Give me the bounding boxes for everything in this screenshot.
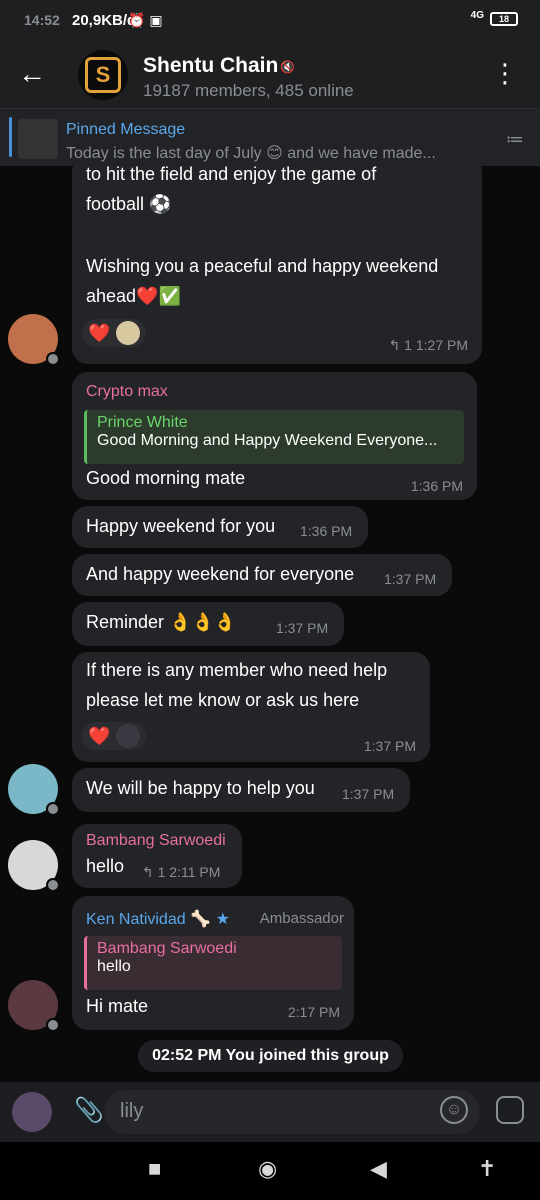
message-time: 1:37 PM	[384, 571, 437, 587]
reaction-chip[interactable]: ❤️	[82, 722, 147, 750]
reply-count[interactable]: ↰ 1 1:27 PM	[389, 337, 468, 354]
message-time: 1:36 PM	[300, 523, 353, 539]
message-bubble[interactable]: to hit the field and enjoy the game of f…	[72, 166, 482, 364]
star-icon: ★	[215, 911, 230, 928]
quoted-sender: Bambang Sarwoedi	[97, 940, 237, 957]
message-bubble[interactable]: And happy weekend for everyone 1:37 PM	[72, 554, 452, 596]
online-status-dot	[46, 802, 60, 816]
chat-header: ← S Shentu Chain 🔇 19187 members, 485 on…	[0, 42, 540, 108]
home-icon[interactable]: ◉	[258, 1156, 277, 1182]
message-text: ahead❤️✅	[86, 286, 181, 306]
message-text: football ⚽	[86, 194, 172, 214]
pinned-title: Pinned Message	[66, 121, 186, 138]
more-options-icon[interactable]: ⋮	[492, 60, 518, 86]
status-icons: ⏰ ▣	[128, 12, 163, 28]
message-bubble[interactable]: Reminder 👌👌👌 1:37 PM	[72, 602, 344, 646]
back-icon[interactable]: ◀	[370, 1156, 387, 1182]
heart-reaction-icon: ❤️	[88, 725, 111, 746]
quoted-text: Good Morning and Happy Weekend Everyone.…	[97, 432, 438, 449]
quoted-reply[interactable]: Bambang Sarwoedi hello	[84, 936, 342, 990]
system-nav-bar: ■ ◉ ◀ ✝	[0, 1142, 540, 1200]
pinned-list-icon[interactable]: ≔	[506, 129, 524, 150]
pinned-indicator	[9, 117, 12, 157]
message-input-text: lily	[120, 1100, 144, 1122]
online-status-dot	[46, 352, 60, 366]
message-list[interactable]: to hit the field and enjoy the game of f…	[0, 166, 540, 1082]
sender-name[interactable]: Ken Natividad	[86, 911, 186, 928]
message-text: hello	[86, 856, 125, 876]
pinned-thumbnail	[18, 119, 58, 159]
message-text: Reminder 👌👌👌	[86, 612, 237, 632]
quoted-text: hello	[97, 958, 131, 975]
avatar[interactable]	[8, 314, 60, 366]
message-text: Good morning mate	[86, 468, 246, 488]
network-speed: 20,9KB/d	[72, 12, 137, 29]
reaction-chip[interactable]: ❤️	[82, 319, 147, 347]
reactor-avatar	[116, 321, 141, 345]
status-bar: 14:52 20,9KB/d ⏰ ▣ 4G 18	[0, 0, 540, 42]
avatar[interactable]	[8, 980, 60, 1032]
message-bubble[interactable]: We will be happy to help you 1:37 PM	[72, 768, 410, 812]
bone-emoji: 🦴	[190, 911, 211, 928]
message-bubble[interactable]: Happy weekend for you 1:36 PM	[72, 506, 368, 548]
message-time: 1:37 PM	[342, 786, 395, 802]
message-text: please let me know or ask us here	[86, 690, 360, 710]
message-text: We will be happy to help you	[86, 778, 315, 798]
attach-icon[interactable]: 📎	[74, 1096, 104, 1125]
online-status-dot	[46, 878, 60, 892]
sender-row: Ken Natividad 🦴 ★	[86, 908, 230, 929]
composer: 📎 lily ☺	[0, 1082, 540, 1142]
message-bubble[interactable]: Crypto max Prince White Good Morning and…	[72, 372, 477, 500]
message-text: And happy weekend for everyone	[86, 564, 355, 584]
camera-icon[interactable]	[496, 1096, 524, 1124]
back-arrow-icon[interactable]: ←	[18, 60, 46, 88]
message-text: If there is any member who need help	[86, 660, 388, 680]
chat-title[interactable]: Shentu Chain	[143, 54, 278, 78]
avatar[interactable]	[8, 840, 60, 892]
message-time: 1:36 PM	[410, 478, 463, 494]
sender-name[interactable]: Bambang Sarwoedi	[86, 832, 226, 850]
message-text: Happy weekend for you	[86, 516, 276, 536]
clock: 14:52	[24, 12, 60, 28]
reply-count[interactable]: ↰ 1 2:11 PM	[142, 864, 220, 881]
member-count: 19187 members, 485 online	[143, 81, 354, 100]
message-bubble[interactable]: If there is any member who need help ple…	[72, 652, 430, 762]
quoted-sender: Prince White	[97, 414, 188, 431]
emoji-icon[interactable]: ☺	[440, 1096, 468, 1124]
message-input[interactable]: lily	[104, 1090, 480, 1134]
pinned-text: Today is the last day of July 😊 and we h…	[66, 145, 436, 162]
message-text: Hi mate	[86, 996, 149, 1016]
join-notice: 02:52 PM You joined this group	[138, 1040, 403, 1072]
role-badge: Ambassador	[259, 910, 344, 927]
online-status-dot	[46, 1018, 60, 1032]
heart-reaction-icon: ❤️	[88, 322, 111, 343]
message-time: 1:37 PM	[276, 620, 329, 636]
recents-icon[interactable]: ■	[148, 1156, 161, 1182]
shentu-logo-icon: S	[85, 57, 121, 93]
message-bubble[interactable]: Bambang Sarwoedi hello ↰ 1 2:11 PM	[72, 824, 242, 888]
muted-icon: 🔇	[280, 60, 295, 74]
message-time: 2:17 PM	[287, 1004, 340, 1020]
reactor-avatar	[116, 724, 141, 748]
message-text: to hit the field and enjoy the game of	[86, 166, 377, 184]
signal-icon: 4G	[470, 10, 484, 21]
accessibility-icon[interactable]: ✝	[478, 1156, 496, 1182]
battery-icon: 18	[490, 12, 518, 26]
message-time: 1:37 PM	[363, 738, 416, 754]
avatar[interactable]	[8, 764, 60, 816]
sender-name[interactable]: Crypto max	[86, 383, 168, 401]
group-avatar[interactable]: S	[78, 50, 128, 100]
pinned-message-bar[interactable]: Pinned Message Today is the last day of …	[0, 108, 540, 166]
quoted-reply[interactable]: Prince White Good Morning and Happy Week…	[84, 410, 464, 464]
message-text: Wishing you a peaceful and happy weekend	[86, 256, 439, 276]
send-as-avatar[interactable]	[12, 1092, 52, 1132]
message-bubble[interactable]: Ken Natividad 🦴 ★ Ambassador Bambang Sar…	[72, 896, 354, 1030]
